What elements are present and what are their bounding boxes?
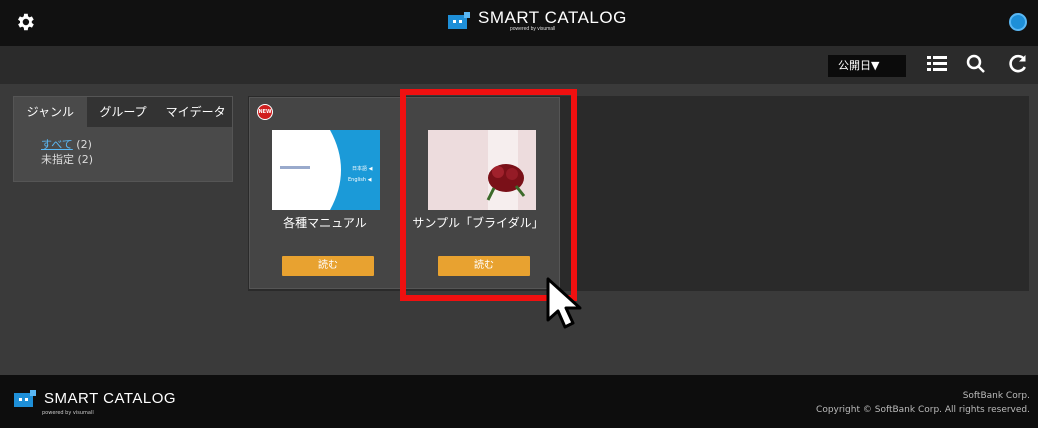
catalog-title-manual: 各種マニュアル bbox=[283, 216, 367, 230]
sort-select[interactable]: 公開日▼ bbox=[828, 55, 906, 77]
tab-genre[interactable]: ジャンル bbox=[14, 97, 87, 127]
logo-text: SMART CATALOG bbox=[478, 8, 627, 27]
footer-logo-text: SMART CATALOG bbox=[44, 390, 177, 407]
filter-all-link[interactable]: すべて bbox=[41, 138, 73, 151]
copyright-text: Copyright © SoftBank Corp. All rights re… bbox=[816, 405, 1030, 415]
company-name: SoftBank Corp. bbox=[962, 391, 1030, 401]
refresh-icon[interactable] bbox=[1007, 53, 1029, 75]
mouse-cursor-icon bbox=[545, 276, 589, 332]
footer-logo: SMART CATALOG bbox=[14, 390, 176, 407]
logo-mark-icon bbox=[448, 12, 470, 29]
thumb-lang-ja: 日本語 ◀ bbox=[352, 166, 373, 172]
copyright: SoftBank Corp. Copyright © SoftBank Corp… bbox=[816, 389, 1030, 417]
read-button-manual[interactable]: 読む bbox=[282, 256, 374, 276]
new-badge: NEW bbox=[257, 104, 273, 120]
list-view-icon[interactable] bbox=[926, 53, 948, 75]
filter-unspecified-count: (2) bbox=[77, 153, 94, 166]
tab-my-data[interactable]: マイデータ bbox=[159, 97, 233, 127]
thumb-lang-en: English ◀ bbox=[348, 177, 372, 183]
genre-filter-panel: ジャンル グループ マイデータ すべて (2) 未指定 (2) bbox=[13, 96, 233, 182]
footer-logo-subtext: powered by visumall bbox=[42, 410, 94, 416]
tab-group[interactable]: グループ bbox=[86, 97, 160, 127]
catalog-thumbnail-manual[interactable]: 日本語 ◀ English ◀ bbox=[272, 130, 380, 210]
gear-icon[interactable] bbox=[14, 11, 36, 33]
user-account-icon[interactable] bbox=[1009, 13, 1027, 31]
filter-item-all[interactable]: すべて (2) bbox=[41, 137, 232, 152]
filter-item-unspecified[interactable]: 未指定 (2) bbox=[41, 152, 232, 167]
footer-logo-mark-icon bbox=[14, 390, 36, 407]
filter-all-count: (2) bbox=[76, 138, 92, 151]
search-icon[interactable] bbox=[965, 53, 987, 75]
app-logo: SMART CATALOG powered by visumall bbox=[448, 8, 627, 38]
highlight-box bbox=[400, 89, 577, 301]
filter-unspecified-label: 未指定 bbox=[41, 153, 74, 166]
